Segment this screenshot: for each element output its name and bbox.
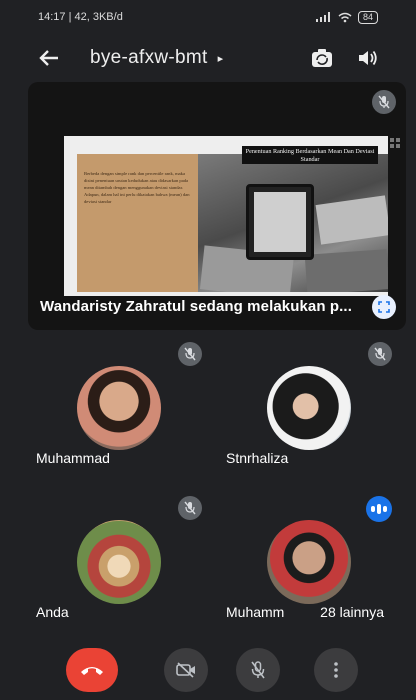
participant-tile[interactable]: Stnrhaliza [214, 340, 404, 480]
app-bar: bye-afxw-bmt ▸ [0, 38, 416, 78]
fullscreen-button[interactable] [372, 295, 396, 319]
mic-off-icon [378, 95, 390, 109]
call-controls [0, 648, 416, 692]
photo-book [304, 249, 388, 292]
photo-ereader-screen [254, 192, 306, 252]
participant-tile[interactable]: Anda [24, 494, 214, 634]
status-time: 14:17 | 42, 3KB/d [38, 11, 123, 23]
speaking-indicator-icon [366, 496, 392, 522]
camera-off-icon [176, 662, 195, 678]
mic-toggle-button[interactable] [236, 648, 280, 692]
end-call-icon [81, 667, 103, 675]
muted-badge [368, 342, 392, 366]
muted-badge [178, 496, 202, 520]
participant-name: Stnrhaliza [226, 450, 289, 466]
slide-title: Penentuan Ranking Berdasarkan Mean Dan D… [242, 146, 378, 164]
participant-name: Anda [36, 604, 69, 620]
participant-tile[interactable]: Muhamm 28 lainnya [214, 494, 404, 634]
photo-ereader [246, 184, 314, 260]
mic-off-icon [184, 347, 196, 361]
photo-book [315, 195, 388, 245]
participant-name: Muhammad [36, 450, 110, 466]
meeting-code[interactable]: bye-afxw-bmt [90, 47, 208, 69]
more-vert-icon [334, 662, 338, 678]
arrow-back-icon [39, 50, 58, 66]
more-options-button[interactable] [314, 648, 358, 692]
mic-off-icon [251, 661, 265, 679]
presentation-tile[interactable]: Berbeda dengan simple rank dan percentil… [28, 82, 406, 330]
mic-off-icon [184, 501, 196, 515]
avatar [77, 366, 161, 450]
battery-icon: 84 [357, 10, 378, 24]
camera-toggle-button[interactable] [164, 648, 208, 692]
status-bar: 14:17 | 42, 3KB/d 84 [0, 0, 416, 34]
participant-name: Muhamm [226, 604, 285, 620]
switch-camera-icon [312, 49, 332, 67]
back-button[interactable] [36, 45, 62, 71]
speaker-button[interactable] [356, 46, 380, 70]
mic-off-icon [374, 347, 386, 361]
chevron-right-icon[interactable]: ▸ [218, 52, 224, 65]
slide-photo [198, 154, 388, 292]
avatar [77, 520, 161, 604]
slide-body-text: Berbeda dengan simple rank dan percentil… [84, 171, 190, 204]
switch-camera-button[interactable] [310, 46, 334, 70]
speaker-icon [359, 50, 377, 66]
presenter-muted-badge [372, 90, 396, 114]
signal-icon [315, 12, 330, 22]
more-participants-label[interactable]: 28 lainnya [320, 604, 384, 620]
avatar [267, 520, 351, 604]
fullscreen-icon [378, 301, 390, 313]
wifi-icon [338, 12, 352, 22]
shared-slide: Berbeda dengan simple rank dan percentil… [64, 136, 388, 296]
presenter-label: Wandaristy Zahratul sedang melakukan p..… [40, 298, 352, 315]
participant-tile[interactable]: Muhammad [24, 340, 214, 480]
avatar [267, 366, 351, 450]
app-actions [310, 46, 380, 70]
status-icons: 84 [315, 10, 378, 24]
muted-badge [178, 342, 202, 366]
grid-icon [390, 138, 400, 148]
end-call-button[interactable] [66, 648, 118, 692]
